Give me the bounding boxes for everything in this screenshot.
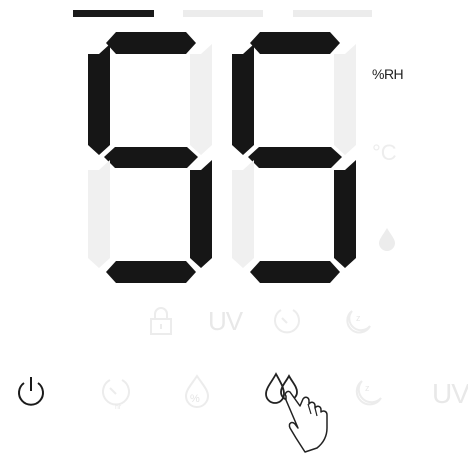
celsius-unit-label: °C (372, 140, 397, 165)
uv-button[interactable]: UV (432, 378, 468, 410)
digit-2-seg-e (232, 160, 254, 268)
digit-1-seg-f (88, 44, 110, 155)
sleep-button[interactable]: z (350, 376, 386, 412)
humidity-setting-button[interactable]: % (180, 373, 214, 411)
digit-1-seg-c (190, 160, 212, 268)
svg-text:z: z (365, 383, 370, 393)
svg-text:z: z (356, 313, 361, 323)
digit-2-seg-d (250, 261, 340, 283)
digit-2 (232, 32, 356, 283)
digit-1 (88, 32, 212, 283)
digit-1-seg-d (106, 261, 196, 283)
digit-2-seg-f (232, 44, 254, 155)
digit-1-seg-a (106, 32, 196, 54)
digit-1-seg-b (190, 44, 212, 155)
humidity-unit-label: %RH (372, 66, 404, 82)
timer-indicator-icon (274, 309, 300, 334)
uv-indicator-label: UV (208, 306, 243, 336)
water-drop-icon (379, 228, 395, 251)
svg-text:hr: hr (115, 404, 122, 411)
sleep-indicator-icon: z (346, 310, 371, 334)
timer-button[interactable]: hr (98, 376, 134, 412)
digit-2-seg-g (248, 147, 342, 168)
hand-pointer-icon (284, 390, 328, 453)
svg-text:%: % (190, 393, 200, 405)
digit-2-seg-b (334, 44, 356, 155)
humidity-digits-display (88, 32, 356, 283)
lock-icon (150, 307, 172, 335)
digit-1-seg-g (104, 147, 198, 168)
power-button[interactable] (14, 373, 48, 409)
digit-1-seg-e (88, 160, 110, 268)
digit-2-seg-c (334, 160, 356, 268)
digit-2-seg-a (250, 32, 340, 54)
dehumidify-mode-button[interactable] (260, 368, 350, 456)
